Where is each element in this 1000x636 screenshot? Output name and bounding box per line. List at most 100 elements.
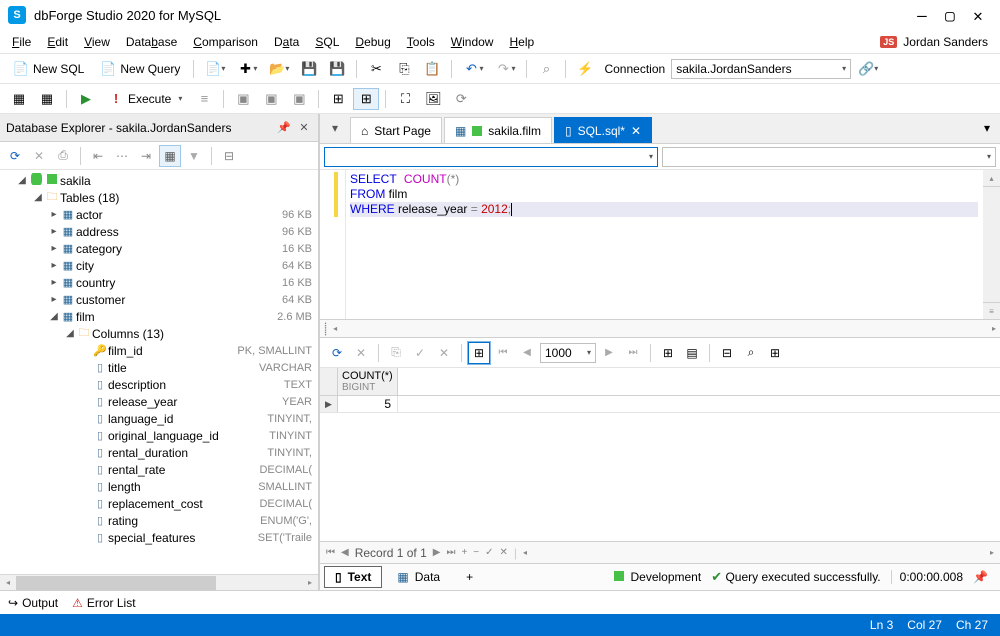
tree-db-node[interactable]: ◢ sakila <box>0 172 318 189</box>
res-view-2[interactable]: ▤ <box>681 342 703 364</box>
res-view-1[interactable]: ⊞ <box>657 342 679 364</box>
tab-overflow-button[interactable]: ▾ <box>978 117 996 139</box>
nav-btn-1[interactable]: ⎙ <box>52 145 74 167</box>
tab-nav-button[interactable]: ▾ <box>326 117 344 139</box>
rec-next[interactable]: ▶ <box>433 547 441 558</box>
res-btn-3[interactable]: ✕ <box>433 342 455 364</box>
tool-btn-7[interactable]: ⊞ <box>353 88 379 110</box>
connection-combo[interactable]: sakila.JordanSanders ▾ <box>671 59 851 79</box>
connection-extra-button[interactable]: 🔗▾ <box>853 58 883 80</box>
rec-no[interactable]: ✕ <box>500 547 508 558</box>
tool-btn-8[interactable]: ⛶ <box>392 88 418 110</box>
tab-data-view[interactable]: ▦ Data <box>386 566 451 588</box>
page-size-combo[interactable]: 1000▾ <box>540 343 596 363</box>
menu-comparison[interactable]: Comparison <box>185 33 266 51</box>
nav-btn-6[interactable]: ⊟ <box>218 145 240 167</box>
paste-button[interactable]: 📋 <box>419 58 445 80</box>
column-header[interactable]: COUNT(*) BIGINT <box>338 368 398 395</box>
connection-icon-button[interactable]: ⚡ <box>572 58 598 80</box>
sql-editor[interactable]: SELECT COUNT(*) FROM film WHERE release_… <box>320 170 1000 320</box>
rec-del[interactable]: − <box>473 547 479 558</box>
tree-table-node[interactable]: ▸▦city64 KB <box>0 257 318 274</box>
menu-debug[interactable]: Debug <box>347 33 398 51</box>
status-pin-icon[interactable]: 📌 <box>973 570 988 584</box>
save-all-button[interactable]: 💾 <box>324 58 350 80</box>
pin-button[interactable]: 📌 <box>276 120 292 136</box>
delete-button[interactable]: ✕ <box>28 145 50 167</box>
editor-splitter[interactable]: ⸽◂▸ <box>320 320 1000 338</box>
refresh-button[interactable]: ⟳ <box>4 145 26 167</box>
tree-table-node[interactable]: ▸▦country16 KB <box>0 274 318 291</box>
res-view-5[interactable]: ⊞ <box>764 342 786 364</box>
nav-btn-4[interactable]: ⇥ <box>135 145 157 167</box>
tree-table-node[interactable]: ▸▦address96 KB <box>0 223 318 240</box>
nav-btn-5[interactable]: ▦ <box>159 145 181 167</box>
cut-button[interactable]: ✂ <box>363 58 389 80</box>
close-button[interactable]: ✕ <box>964 1 992 29</box>
res-prev-button[interactable]: ◀ <box>516 342 538 364</box>
execute-button[interactable]: !Execute▾ <box>101 88 189 110</box>
menu-tools[interactable]: Tools <box>399 33 443 51</box>
tree-column-node[interactable]: ▯descriptionTEXT <box>0 376 318 393</box>
tool-btn-3[interactable]: ▣ <box>230 88 256 110</box>
result-row[interactable]: ▶ 5 <box>320 396 1000 413</box>
tool-btn-9[interactable]: 🖼 <box>420 88 446 110</box>
panel-close-button[interactable]: ✕ <box>296 120 312 136</box>
tree-table-node[interactable]: ▸▦customer64 KB <box>0 291 318 308</box>
new-item-button[interactable]: ✚▾ <box>232 58 262 80</box>
res-btn-2[interactable]: ✓ <box>409 342 431 364</box>
tab-sakila-film[interactable]: ▦ sakila.film <box>444 117 552 143</box>
minimize-button[interactable]: — <box>908 1 936 29</box>
tab-add[interactable]: + <box>455 566 484 588</box>
tool-btn-1[interactable]: ▦ <box>6 88 32 110</box>
new-query-button[interactable]: 📄New Query <box>93 58 187 80</box>
tree-table-node[interactable]: ▸▦category16 KB <box>0 240 318 257</box>
run-button[interactable]: ▶ <box>73 88 99 110</box>
tool-btn-5[interactable]: ▣ <box>286 88 312 110</box>
res-last-button[interactable]: ⏭ <box>622 342 644 364</box>
res-refresh-button[interactable]: ⟳ <box>326 342 348 364</box>
menu-help[interactable]: Help <box>501 33 542 51</box>
undo-button[interactable]: ↶▾ <box>458 58 488 80</box>
tab-close-button[interactable]: ✕ <box>631 124 641 138</box>
menu-window[interactable]: Window <box>443 33 502 51</box>
tool-btn-10[interactable]: ⟳ <box>448 88 474 110</box>
rec-prev[interactable]: ◀ <box>341 547 349 558</box>
tab-sql[interactable]: ▯ SQL.sql* ✕ <box>554 117 652 143</box>
tab-start-page[interactable]: ⌂ Start Page <box>350 117 442 143</box>
output-tab[interactable]: ↪ Output <box>8 596 58 610</box>
res-cancel-button[interactable]: ✕ <box>350 342 372 364</box>
res-view-4[interactable]: ⌕ <box>740 342 762 364</box>
tree-table-node[interactable]: ▸▦actor96 KB <box>0 206 318 223</box>
filter-button[interactable]: ▼ <box>183 145 205 167</box>
tree-column-node[interactable]: ▯lengthSMALLINT <box>0 478 318 495</box>
res-next-button[interactable]: ▶ <box>598 342 620 364</box>
menu-view[interactable]: View <box>76 33 118 51</box>
result-cell[interactable]: 5 <box>338 396 398 412</box>
menu-database[interactable]: Database <box>118 33 185 51</box>
tree-column-node[interactable]: ▯titleVARCHAR <box>0 359 318 376</box>
res-first-button[interactable]: ⏮ <box>492 342 514 364</box>
redo-button[interactable]: ↷▾ <box>490 58 520 80</box>
tree-column-node[interactable]: ▯original_language_idTINYINT <box>0 427 318 444</box>
stop-button[interactable]: ≡ <box>191 88 217 110</box>
tree-column-node[interactable]: ▯language_idTINYINT, <box>0 410 318 427</box>
tree-column-node[interactable]: ▯special_featuresSET('Traile <box>0 529 318 546</box>
new-sql-button[interactable]: 📄New SQL <box>6 58 91 80</box>
menu-data[interactable]: Data <box>266 33 307 51</box>
maximize-button[interactable]: ▢ <box>936 1 964 29</box>
menu-file[interactable]: File <box>4 33 39 51</box>
res-view-3[interactable]: ⊟ <box>716 342 738 364</box>
new-file-button[interactable]: 📄▾ <box>200 58 230 80</box>
tree-table-node[interactable]: ◢▦film2.6 MB <box>0 308 318 325</box>
rec-last[interactable]: ⏭ <box>446 547 455 558</box>
editor-v-scrollbar[interactable]: ▴≡ <box>983 170 1000 319</box>
tab-text-view[interactable]: ▯ Text <box>324 566 382 588</box>
nav-btn-2[interactable]: ⇤ <box>87 145 109 167</box>
error-list-tab[interactable]: ⚠ Error List <box>72 596 135 610</box>
explorer-h-scrollbar[interactable]: ◂ ▸ <box>0 574 318 590</box>
tool-btn-4[interactable]: ▣ <box>258 88 284 110</box>
schema-combo[interactable]: ▾ <box>324 147 658 167</box>
nav-btn-3[interactable]: ⋯ <box>111 145 133 167</box>
tree-column-node[interactable]: ▯release_yearYEAR <box>0 393 318 410</box>
